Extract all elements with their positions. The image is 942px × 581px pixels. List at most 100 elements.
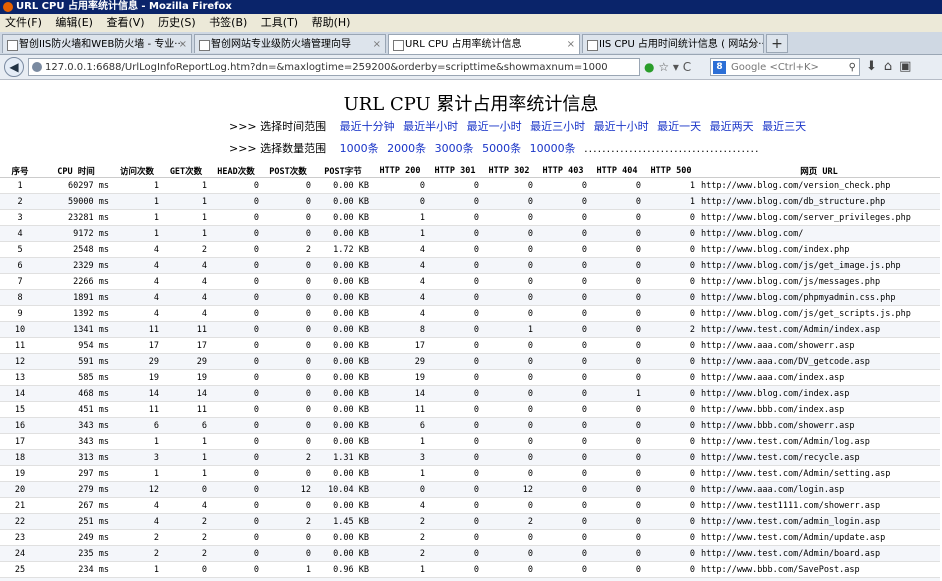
page-url-cell[interactable]: http://www.bbb.com/showerr.asp <box>698 417 940 434</box>
search-icon[interactable]: ⚲ <box>849 59 856 76</box>
go-icon[interactable]: ● <box>644 60 654 74</box>
get-count-cell: 2 <box>162 241 210 258</box>
new-tab-button[interactable]: + <box>766 34 788 53</box>
page-url-cell[interactable]: http://www.test1111.com/showerr.asp <box>698 497 940 514</box>
time-option-3h[interactable]: 最近三小时 <box>530 120 585 133</box>
menu-view[interactable]: 查看(V) <box>106 14 144 32</box>
head-count-cell: 0 <box>210 385 262 402</box>
get-count-cell: 1 <box>162 177 210 194</box>
tab-iis-cpu[interactable]: IIS CPU 占用时间统计信息 ( 网站分··· × <box>582 34 764 53</box>
download-icon[interactable]: ⬇ <box>866 59 884 74</box>
home-icon[interactable]: ⌂ <box>884 59 899 74</box>
time-option-10h[interactable]: 最近十小时 <box>594 120 649 133</box>
tab-firewall-pro[interactable]: 智创IIS防火墙和WEB防火墙 - 专业··· × <box>2 34 192 53</box>
page-url-cell[interactable]: http://www.blog.com/ <box>698 225 940 242</box>
page-url-cell[interactable]: http://www.aaa.com/DV_getcode.asp <box>698 353 940 370</box>
page-url-cell[interactable]: http://www.blog.com/db_structure.php <box>698 193 940 210</box>
dropdown-arrow-icon[interactable]: ▾ <box>673 60 679 74</box>
time-option-1h[interactable]: 最近一小时 <box>467 120 522 133</box>
http-404-cell: 0 <box>590 257 644 274</box>
close-tab-icon[interactable]: × <box>567 35 575 54</box>
menu-edit[interactable]: 编辑(E) <box>55 14 93 32</box>
count-option-5000[interactable]: 5000条 <box>482 142 521 155</box>
visit-count-cell: 6 <box>112 577 162 581</box>
page-icon <box>7 40 18 51</box>
page-url-cell[interactable]: http://www.blog.com/js/messages.php <box>698 273 940 290</box>
head-count-cell: 0 <box>210 241 262 258</box>
address-bar[interactable]: 127.0.0.1:6688/UrlLogInfoReportLog.htm?d… <box>28 58 640 76</box>
page-url-cell[interactable]: http://www.test.com/admin_login.asp <box>698 513 940 530</box>
search-placeholder: Google <Ctrl+K> <box>731 62 819 73</box>
back-button[interactable]: ◀ <box>4 57 24 77</box>
page-url-cell[interactable]: http://www.bbb.com/SavePost.asp <box>698 561 940 578</box>
page-url-cell[interactable]: http://www.aaa.com/login.asp <box>698 481 940 498</box>
table-row: 20 279 ms 12 0 0 12 10.04 KB 0 0 12 0 0 0 http://www.… <box>0 481 940 498</box>
table-row: 4 9172 ms 1 1 0 0 0.00 KB 1 0 0 0 0 0 http://www.blog… <box>0 225 940 242</box>
menu-history[interactable]: 历史(S) <box>158 14 196 32</box>
head-count-cell: 0 <box>210 209 262 226</box>
http-404-cell: 0 <box>590 529 644 546</box>
cpu-time-cell: 2266 ms <box>40 273 112 290</box>
close-tab-icon[interactable]: × <box>751 35 759 53</box>
tab-firewall-wizard[interactable]: 智创网站专业级防火墙管理向导 × <box>194 34 386 53</box>
post-bytes-cell: 4.26 KB <box>314 577 372 581</box>
http-302-cell: 0 <box>482 561 536 578</box>
http-200-cell: 2 <box>372 529 428 546</box>
page-url-cell[interactable]: http://www.blog.com/phpmyadmin.css.php <box>698 289 940 306</box>
page-url-cell[interactable]: http://www.aaa.com/showerr.asp <box>698 337 940 354</box>
count-option-10000[interactable]: 10000条 <box>530 142 576 155</box>
get-count-cell: 0 <box>162 561 210 578</box>
count-option-3000[interactable]: 3000条 <box>435 142 474 155</box>
page-url-cell[interactable]: http://www.blog.com/index.asp <box>698 385 940 402</box>
visit-count-cell: 14 <box>112 385 162 402</box>
time-option-3d[interactable]: 最近三天 <box>762 120 806 133</box>
column-header: HEAD次数 <box>210 164 262 178</box>
page-url-cell[interactable]: http://www.aaa.com/index.asp <box>698 369 940 386</box>
menu-tools[interactable]: 工具(T) <box>261 14 298 32</box>
get-count-cell: 1 <box>162 449 210 466</box>
column-header: HTTP 302 <box>482 164 536 178</box>
google-icon[interactable]: 8 <box>713 61 726 74</box>
screenshot-icon[interactable]: ▣ <box>899 59 918 74</box>
page-url-cell[interactable]: http://www.test.com/Admin/setting.asp <box>698 465 940 482</box>
menu-help[interactable]: 帮助(H) <box>312 14 351 32</box>
menu-bookmarks[interactable]: 书签(B) <box>209 14 247 32</box>
http-500-cell: 0 <box>644 481 698 498</box>
page-url-cell[interactable]: http://www.test.com/Admin/board.asp <box>698 545 940 562</box>
time-option-1d[interactable]: 最近一天 <box>657 120 701 133</box>
site-identity-icon[interactable] <box>32 62 42 72</box>
get-count-cell: 17 <box>162 337 210 354</box>
page-url-cell[interactable]: http://www.blog.com/index.php <box>698 241 940 258</box>
bookmark-star-icon[interactable]: ☆ <box>658 60 669 74</box>
search-input[interactable]: 8 Google <Ctrl+K> ⚲ <box>710 58 860 76</box>
page-url-cell[interactable]: http://www.test.com/recycle.asp <box>698 449 940 466</box>
close-tab-icon[interactable]: × <box>373 35 381 53</box>
head-count-cell: 0 <box>210 289 262 306</box>
page-url-cell[interactable]: http://www.blog.com/server_privileges.ph… <box>698 209 940 226</box>
http-301-cell: 0 <box>428 241 482 258</box>
page-url-cell[interactable]: http://www.bbb.com/login.asp <box>698 577 940 581</box>
reload-icon[interactable]: C <box>683 60 691 74</box>
count-option-2000[interactable]: 2000条 <box>387 142 426 155</box>
http-500-cell: 0 <box>644 273 698 290</box>
row-index-cell: 11 <box>0 337 40 354</box>
visit-count-cell: 1 <box>112 177 162 194</box>
http-301-cell: 0 <box>428 289 482 306</box>
page-url-cell[interactable]: http://www.blog.com/js/get_scripts.js.ph… <box>698 305 940 322</box>
page-url-cell[interactable]: http://www.test.com/Admin/index.asp <box>698 321 940 338</box>
http-301-cell: 0 <box>428 321 482 338</box>
close-tab-icon[interactable]: × <box>179 35 187 53</box>
page-url-cell[interactable]: http://www.blog.com/js/get_image.js.php <box>698 257 940 274</box>
http-500-cell: 0 <box>644 209 698 226</box>
page-url-cell[interactable]: http://www.test.com/Admin/log.asp <box>698 433 940 450</box>
time-option-10min[interactable]: 最近十分钟 <box>340 120 395 133</box>
page-url-cell[interactable]: http://www.test.com/Admin/update.asp <box>698 529 940 546</box>
page-url-cell[interactable]: http://www.bbb.com/index.asp <box>698 401 940 418</box>
column-header: POST次数 <box>262 164 314 178</box>
menu-file[interactable]: 文件(F) <box>5 14 42 32</box>
tab-url-cpu[interactable]: URL CPU 占用率统计信息 × <box>388 34 580 54</box>
time-option-2d[interactable]: 最近两天 <box>710 120 754 133</box>
count-option-1000[interactable]: 1000条 <box>340 142 379 155</box>
time-option-30min[interactable]: 最近半小时 <box>403 120 458 133</box>
page-url-cell[interactable]: http://www.blog.com/version_check.php <box>698 177 940 194</box>
